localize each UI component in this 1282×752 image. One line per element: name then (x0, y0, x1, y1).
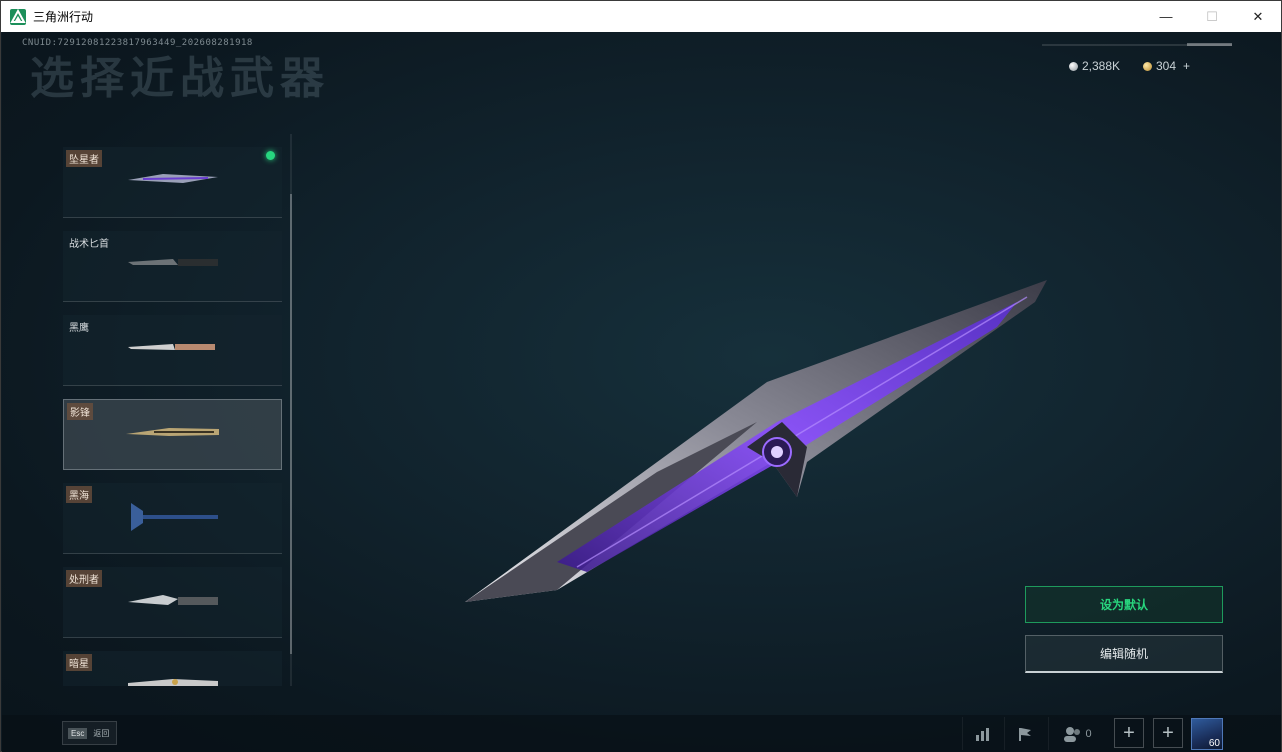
list-item[interactable]: 坠星者 (63, 147, 282, 218)
combat-knife-icon (128, 344, 215, 350)
friends-button[interactable]: 0 (1048, 717, 1106, 750)
weapon-name: 战术匕首 (69, 239, 109, 250)
gold-coin-icon (1143, 61, 1152, 71)
friends-count: 0 (1085, 727, 1092, 740)
minimize-button[interactable]: — (1143, 1, 1189, 32)
avatar[interactable]: 60 (1191, 718, 1223, 750)
silver-currency: 2,388K (1069, 59, 1120, 73)
gold-amount: 304 (1156, 59, 1177, 73)
add-currency-button[interactable]: + (1183, 59, 1190, 73)
knife-sleek-purple-icon (128, 174, 218, 183)
bar-chart-icon (975, 727, 989, 741)
back-button[interactable]: Esc 返回 (62, 721, 117, 745)
app-logo-icon (10, 8, 26, 25)
weapon-name: 黑海 (66, 486, 92, 503)
list-item[interactable]: 黑鹰 (63, 315, 282, 386)
game-viewport: CNUID:7291208122381796344​9_202608281918… (2, 32, 1281, 752)
list-item[interactable]: 黑海 (63, 483, 282, 554)
weapon-name: 影锋 (67, 403, 93, 420)
top-divider-accent (1187, 43, 1232, 46)
tactical-knife-icon (128, 259, 218, 266)
list-item[interactable]: 战术匕首 (63, 231, 282, 302)
edit-random-button[interactable]: 编辑随机 (1025, 635, 1223, 673)
list-item[interactable]: 暗星 (63, 651, 282, 686)
weapon-name: 坠星者 (66, 150, 102, 167)
gold-blade-icon (126, 428, 219, 436)
close-button[interactable]: ✕ (1235, 1, 1281, 32)
list-item[interactable]: 处刑者 (63, 567, 282, 638)
silver-coin-icon (1069, 61, 1078, 71)
set-default-button[interactable]: 设为默认 (1025, 586, 1223, 623)
add-button-1[interactable]: + (1114, 718, 1144, 748)
flag-icon (1018, 727, 1031, 741)
weapon-name: 黑鹰 (69, 323, 89, 334)
axe-icon (131, 503, 218, 531)
silver-amount: 2,388K (1082, 59, 1121, 73)
add-button-2[interactable]: + (1153, 718, 1183, 748)
serrated-knife-icon (128, 595, 218, 605)
title-bar[interactable]: 三角洲行动 — ☐ ✕ (1, 1, 1281, 32)
app-window: 三角洲行动 — ☐ ✕ CNUID:7291208122381796344​9_… (0, 0, 1282, 752)
stats-button[interactable] (962, 717, 1002, 750)
weapon-name: 处刑者 (66, 570, 102, 587)
list-item[interactable]: 影锋 (63, 399, 282, 470)
weapon-preview-model[interactable] (457, 272, 1057, 612)
window-title: 三角洲行动 (33, 10, 94, 24)
bottom-bar: Esc 返回 0 + + 60 (2, 715, 1281, 752)
flag-button[interactable] (1004, 717, 1044, 750)
esc-key-badge: Esc (68, 727, 88, 739)
weapon-list: 坠星者 战术匕首 黑鹰 影锋 黑海 处刑者 暗星 (62, 144, 294, 686)
maximize-button[interactable]: ☐ (1189, 1, 1235, 32)
gold-currency[interactable]: 304 + (1143, 59, 1190, 73)
friends-icon (1064, 726, 1081, 742)
equipped-indicator (266, 151, 275, 160)
page-title: 选择近战武器 (30, 54, 330, 103)
weapon-name: 暗星 (66, 654, 92, 671)
back-label: 返回 (93, 728, 110, 738)
dark-star-knife-icon (128, 679, 218, 686)
avatar-level: 60 (1208, 738, 1220, 749)
